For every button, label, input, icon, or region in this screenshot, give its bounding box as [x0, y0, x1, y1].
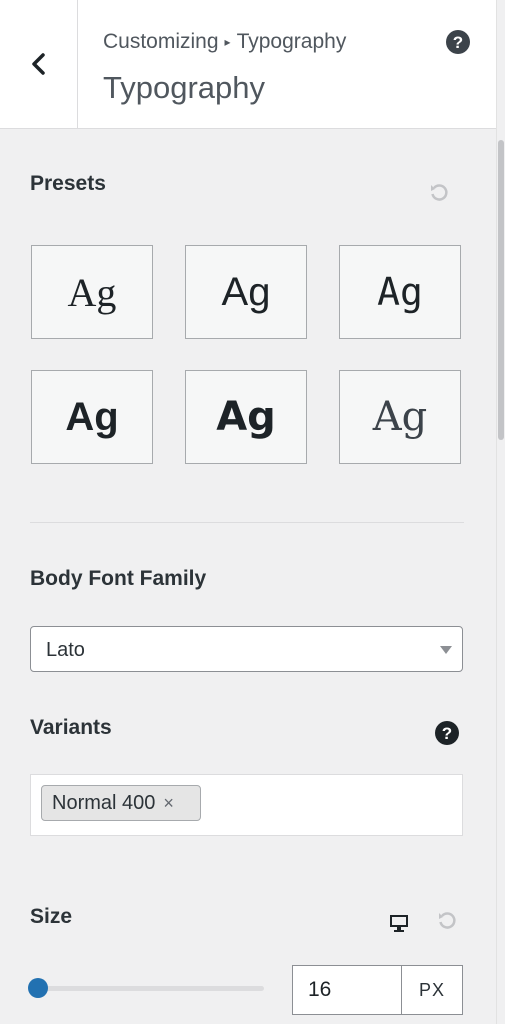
variants-label: Variants [30, 716, 112, 739]
help-icon: ? [435, 721, 459, 745]
preset-sample: Ag [377, 270, 423, 314]
desktop-icon [390, 915, 408, 932]
size-slider-thumb[interactable] [28, 978, 48, 998]
breadcrumb: Customizing ▸ Typography [103, 30, 346, 54]
help-icon: ? [446, 30, 470, 54]
size-input[interactable]: 16 [292, 965, 402, 1015]
scrollbar[interactable] [496, 0, 505, 1024]
variant-chip-label: Normal 400 [52, 791, 156, 814]
size-label: Size [30, 905, 73, 928]
breadcrumb-current: Typography [236, 30, 347, 53]
variants-help-button[interactable]: ? [434, 720, 460, 751]
body-font-value: Lato [46, 639, 85, 661]
reset-icon [431, 184, 448, 201]
help-button[interactable]: ? [445, 29, 471, 60]
size-reset-button[interactable] [436, 910, 458, 937]
preset-serif[interactable]: Ag [31, 245, 153, 339]
variant-chip: Normal 400 × [41, 785, 201, 821]
panel-title: Typography [103, 70, 265, 105]
back-button[interactable] [0, 0, 78, 128]
dropdown-arrow-icon [440, 646, 452, 654]
section-divider [30, 522, 464, 523]
preset-sans-bold-2[interactable]: Ag [185, 370, 307, 464]
preset-sample: Ag [216, 394, 276, 440]
svg-text:?: ? [453, 33, 463, 52]
presets-reset-button[interactable] [428, 182, 450, 209]
breadcrumb-parent: Customizing [103, 30, 219, 53]
device-toggle-button[interactable] [388, 912, 410, 939]
preset-sample: Ag [67, 269, 117, 315]
preset-condensed[interactable]: Ag [339, 245, 461, 339]
variants-input[interactable]: Normal 400 × [30, 774, 463, 836]
breadcrumb-separator: ▸ [224, 35, 231, 49]
scrollbar-thumb[interactable] [498, 140, 504, 440]
body-font-select[interactable]: Lato [30, 626, 463, 672]
preset-sample: Ag [65, 394, 119, 439]
preset-sans-bold[interactable]: Ag [31, 370, 153, 464]
preset-sample: Ag [221, 269, 271, 314]
size-unit[interactable]: PX [401, 965, 463, 1015]
chip-remove-button[interactable]: × [163, 793, 174, 814]
preset-sans-serif[interactable]: Ag [185, 245, 307, 339]
chevron-left-icon [31, 53, 45, 75]
size-slider-track[interactable] [38, 986, 264, 991]
reset-icon [439, 912, 456, 929]
preset-light-serif[interactable]: Ag [339, 370, 461, 464]
body-font-label: Body Font Family [30, 567, 207, 590]
presets-label: Presets [30, 172, 106, 195]
customizer-header: Customizing ▸ Typography Typography ? [0, 0, 497, 129]
svg-text:?: ? [442, 724, 452, 743]
preset-sample: Ag [372, 394, 428, 440]
